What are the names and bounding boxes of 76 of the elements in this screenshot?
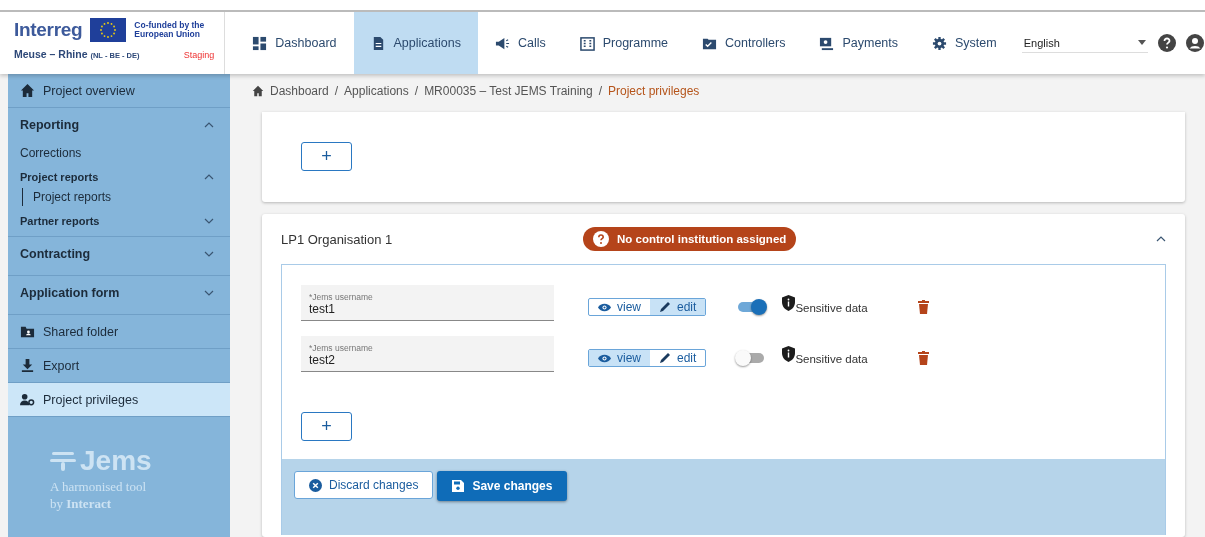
folder-icon	[20, 324, 35, 339]
nav-tab[interactable]: Dashboard	[235, 12, 354, 74]
nav-tab[interactable]: Controllers	[685, 12, 803, 74]
chevron-icon	[204, 122, 214, 128]
environment-label: Staging	[183, 50, 215, 60]
help-icon[interactable]	[1157, 34, 1176, 52]
jems-name: Jems	[80, 445, 152, 477]
breadcrumb-separator: /	[334, 84, 339, 98]
eye-icon	[598, 302, 611, 312]
sidebar-section[interactable]: Contracting	[8, 237, 230, 271]
breadcrumb-link[interactable]: Applications	[344, 84, 409, 98]
jems-logo-icon	[50, 450, 76, 472]
username-field[interactable]: *Jems username test1	[301, 285, 554, 321]
sidebar-item[interactable]: Shared folder	[8, 315, 230, 349]
delete-icon[interactable]	[917, 300, 929, 314]
brand-name: Interreg	[14, 19, 83, 41]
add-button[interactable]: +	[301, 142, 352, 171]
permission-option[interactable]: view	[589, 350, 650, 366]
tagline: A harmonised tool by Interact	[50, 479, 148, 513]
pencil-icon	[659, 352, 671, 364]
chevron-icon	[204, 218, 214, 224]
username-field[interactable]: *Jems username test2	[301, 336, 554, 372]
nav-tab[interactable]: Calls	[477, 12, 563, 74]
cofunded-text: Co-funded by the European Union	[134, 20, 206, 40]
close-icon	[309, 478, 322, 492]
nav-tab[interactable]: Payments	[802, 12, 916, 74]
permission-option[interactable]: edit	[650, 350, 706, 366]
account-icon[interactable]	[1185, 34, 1204, 52]
warning-badge: No control institution assigned	[583, 227, 797, 251]
chevron-icon	[204, 290, 214, 296]
eye-icon	[598, 353, 611, 363]
download-icon	[20, 358, 35, 373]
sidebar-item[interactable]: Corrections	[8, 142, 94, 166]
breadcrumb-link[interactable]: MR00035 – Test JEMS Training	[424, 84, 593, 98]
language-select[interactable]: English	[1021, 33, 1148, 53]
nav-tab[interactable]: Applications	[353, 12, 478, 74]
sidebar-item[interactable]: Project overview	[8, 74, 230, 108]
sensitive-label: Sensitive data	[795, 302, 868, 314]
building-icon	[579, 35, 595, 51]
eu-flag-icon	[90, 18, 127, 42]
permission-option[interactable]: edit	[650, 299, 706, 315]
sidebar-section[interactable]: Application form	[8, 276, 230, 310]
sidebar-subitem[interactable]: Project reports	[22, 188, 122, 206]
shield-icon	[782, 295, 796, 311]
sensitive-switch[interactable]	[738, 353, 765, 363]
sidebar-group[interactable]: Project reports	[8, 166, 230, 188]
sensitive-switch[interactable]	[738, 302, 765, 312]
discard-button[interactable]: Discard changes	[294, 471, 434, 499]
megaphone-icon	[494, 35, 510, 51]
dashboard-icon	[252, 35, 268, 51]
sidebar-item[interactable]: Project privileges	[8, 383, 230, 417]
nav-tab[interactable]: System	[915, 12, 1014, 74]
permission-option[interactable]: view	[589, 299, 650, 315]
home-icon[interactable]	[252, 85, 264, 97]
breadcrumb-link[interactable]: Project privileges	[608, 84, 700, 98]
add-button[interactable]: +	[301, 412, 352, 441]
breadcrumb-link[interactable]: Dashboard	[270, 84, 329, 98]
money-icon	[819, 35, 835, 51]
chevron-icon	[204, 174, 214, 180]
sidebar-section[interactable]: Reporting	[8, 108, 230, 142]
nav-tab[interactable]: Programme	[562, 12, 685, 74]
sidebar-group[interactable]: Partner reports	[8, 210, 230, 232]
pencil-icon	[659, 301, 671, 313]
chevron-icon	[204, 251, 214, 257]
users-icon	[20, 392, 35, 407]
breadcrumb-separator: /	[414, 84, 419, 98]
shield-icon	[782, 346, 796, 362]
save-button[interactable]: Save changes	[437, 471, 568, 501]
sensitive-label: Sensitive data	[795, 353, 868, 365]
partner-title: LP1 Organisation 1	[281, 231, 394, 247]
collapse-icon[interactable]	[1156, 236, 1166, 242]
settings-icon	[932, 35, 948, 51]
home-icon	[20, 83, 35, 98]
dropdown-arrow-icon	[1137, 40, 1146, 45]
delete-icon[interactable]	[917, 351, 929, 365]
breadcrumb-separator: /	[598, 84, 602, 98]
